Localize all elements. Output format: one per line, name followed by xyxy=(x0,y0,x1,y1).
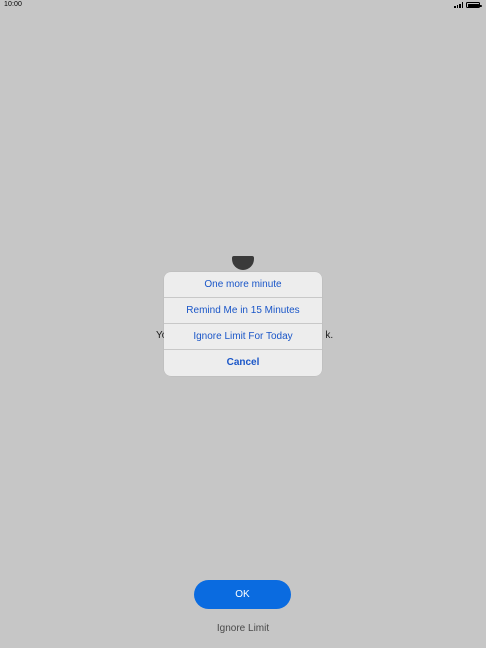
ignore-limit-today-option[interactable]: Ignore Limit For Today xyxy=(164,324,322,350)
status-time: 10:00 xyxy=(4,1,23,8)
cancel-button[interactable]: Cancel xyxy=(164,350,322,376)
one-more-minute-option[interactable]: One more minute xyxy=(164,272,322,298)
battery-icon xyxy=(466,2,482,8)
limit-message-end: k. xyxy=(325,330,334,341)
action-sheet: One more minute Remind Me in 15 Minutes … xyxy=(164,272,322,376)
remind-15-minutes-option[interactable]: Remind Me in 15 Minutes xyxy=(164,298,322,324)
status-indicators xyxy=(454,2,482,8)
ignore-limit-link[interactable]: Ignore Limit xyxy=(193,623,293,634)
ok-button[interactable]: OK xyxy=(194,580,291,609)
signal-bars-icon xyxy=(454,2,463,8)
status-bar: 10:00 xyxy=(0,0,486,12)
hourglass-icon xyxy=(232,256,254,270)
